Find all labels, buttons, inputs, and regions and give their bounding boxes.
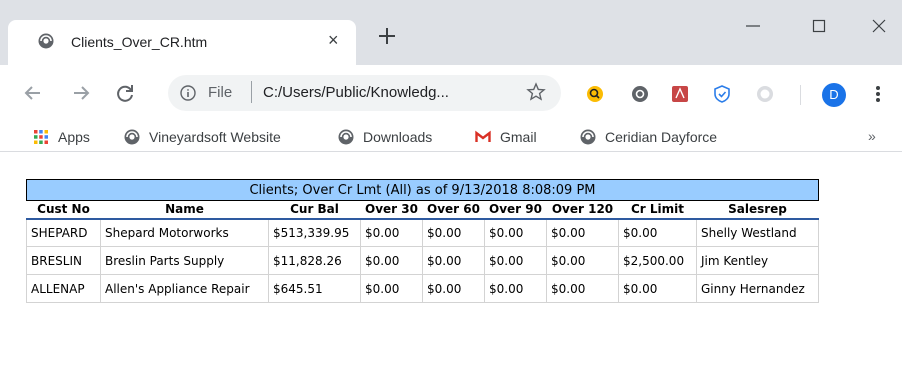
browser-tab[interactable]: Clients_Over_CR.htm × (8, 20, 356, 65)
col-header: Over 60 (422, 200, 485, 220)
bookmarks-overflow-icon[interactable]: » (868, 128, 876, 144)
col-header: Cr Limit (618, 200, 697, 220)
cell-cur-bal: $513,339.95 (268, 218, 361, 247)
cell-salesrep: Shelly Westland (696, 218, 819, 247)
globe-icon (580, 129, 596, 145)
globe-icon (38, 33, 54, 49)
cell-cr-limit: $0.00 (618, 218, 697, 247)
report-title: Clients; Over Cr Lmt (All) as of 9/13/20… (26, 179, 819, 201)
bookmarks-bar: Apps Vineyardsoft Website Downloads Gmai… (0, 122, 902, 152)
bookmark-downloads[interactable]: Downloads (338, 127, 432, 147)
tab-close-icon[interactable]: × (328, 30, 339, 51)
table-row: ALLENAP Allen's Appliance Repair $645.51… (26, 274, 819, 303)
page-content: Clients; Over Cr Lmt (All) as of 9/13/20… (0, 152, 902, 388)
cell-over-60: $0.00 (422, 218, 485, 247)
info-icon[interactable] (180, 85, 196, 101)
bookmark-label: Downloads (363, 129, 433, 145)
cell-over-90: $0.00 (484, 218, 547, 247)
bookmark-gmail[interactable]: Gmail (475, 127, 537, 147)
apps-grid-icon (34, 130, 48, 144)
forward-arrow-icon[interactable] (70, 82, 92, 104)
more-menu-icon[interactable] (871, 82, 885, 106)
onenote-extension-icon[interactable] (630, 84, 650, 104)
bookmark-label: Gmail (500, 129, 537, 145)
cell-over-60: $0.00 (422, 274, 485, 303)
shield-extension-icon[interactable] (712, 84, 732, 104)
col-header: Over 120 (546, 200, 619, 220)
col-header: Salesrep (696, 200, 819, 220)
reload-icon[interactable] (114, 82, 136, 104)
col-header: Name (100, 200, 269, 220)
cell-over-30: $0.00 (360, 246, 423, 275)
col-header: Over 30 (360, 200, 423, 220)
table-row: SHEPARD Shepard Motorworks $513,339.95 $… (26, 218, 819, 247)
bookmark-apps[interactable]: Apps (33, 127, 90, 147)
profile-avatar[interactable]: D (822, 83, 846, 107)
cell-cr-limit: $0.00 (618, 274, 697, 303)
cell-over-60: $0.00 (422, 246, 485, 275)
maximize-icon[interactable] (804, 14, 834, 38)
cell-over-120: $0.00 (546, 274, 619, 303)
bookmark-star-icon[interactable] (526, 82, 546, 102)
cell-cust-no: BRESLIN (26, 246, 101, 275)
cell-salesrep: Ginny Hernandez (696, 274, 819, 303)
url-text[interactable]: C:/Users/Public/Knowledg... (263, 84, 449, 101)
omnibox-separator (251, 81, 252, 103)
cell-over-120: $0.00 (546, 218, 619, 247)
bookmark-label: Ceridian Dayforce (605, 129, 718, 145)
browser-toolbar: File C:/Users/Public/Knowledg... D (0, 65, 902, 122)
bookmark-label: Vineyardsoft Website (149, 129, 281, 145)
new-tab-icon[interactable] (375, 24, 399, 48)
cell-over-30: $0.00 (360, 218, 423, 247)
cell-salesrep: Jim Kentley (696, 246, 819, 275)
bookmark-vineyardsoft[interactable]: Vineyardsoft Website (124, 127, 281, 147)
pdf-extension-icon[interactable] (670, 84, 690, 104)
tab-strip: Clients_Over_CR.htm × (0, 0, 902, 65)
url-scheme: File (208, 84, 233, 101)
circle-extension-icon[interactable] (755, 84, 775, 104)
cell-over-120: $0.00 (546, 246, 619, 275)
bookmark-label: Apps (58, 129, 90, 145)
col-header: Over 90 (484, 200, 547, 220)
cell-name: Shepard Motorworks (100, 218, 269, 247)
cell-cust-no: ALLENAP (26, 274, 101, 303)
globe-icon (124, 129, 140, 145)
cell-over-90: $0.00 (484, 246, 547, 275)
cell-over-30: $0.00 (360, 274, 423, 303)
cell-cur-bal: $11,828.26 (268, 246, 361, 275)
back-arrow-icon[interactable] (22, 82, 44, 104)
cell-cur-bal: $645.51 (268, 274, 361, 303)
bookmark-ceridian[interactable]: Ceridian Dayforce (580, 127, 717, 147)
gmail-icon (475, 130, 491, 142)
address-bar[interactable]: File C:/Users/Public/Knowledg... (168, 75, 561, 111)
table-row: BRESLIN Breslin Parts Supply $11,828.26 … (26, 246, 819, 275)
close-window-icon[interactable] (864, 14, 894, 38)
globe-icon (338, 129, 354, 145)
tab-title: Clients_Over_CR.htm (71, 34, 208, 50)
col-header: Cur Bal (268, 200, 361, 220)
search-extension-icon[interactable] (585, 84, 605, 104)
col-header: Cust No (26, 200, 101, 220)
cell-over-90: $0.00 (484, 274, 547, 303)
cell-name: Allen's Appliance Repair (100, 274, 269, 303)
cell-cr-limit: $2,500.00 (618, 246, 697, 275)
header-row: Cust No Name Cur Bal Over 30 Over 60 Ove… (26, 200, 819, 220)
cell-cust-no: SHEPARD (26, 218, 101, 247)
clients-report-table: Clients; Over Cr Lmt (All) as of 9/13/20… (26, 179, 819, 303)
minimize-icon[interactable] (738, 14, 768, 38)
toolbar-separator (800, 85, 801, 105)
cell-name: Breslin Parts Supply (100, 246, 269, 275)
